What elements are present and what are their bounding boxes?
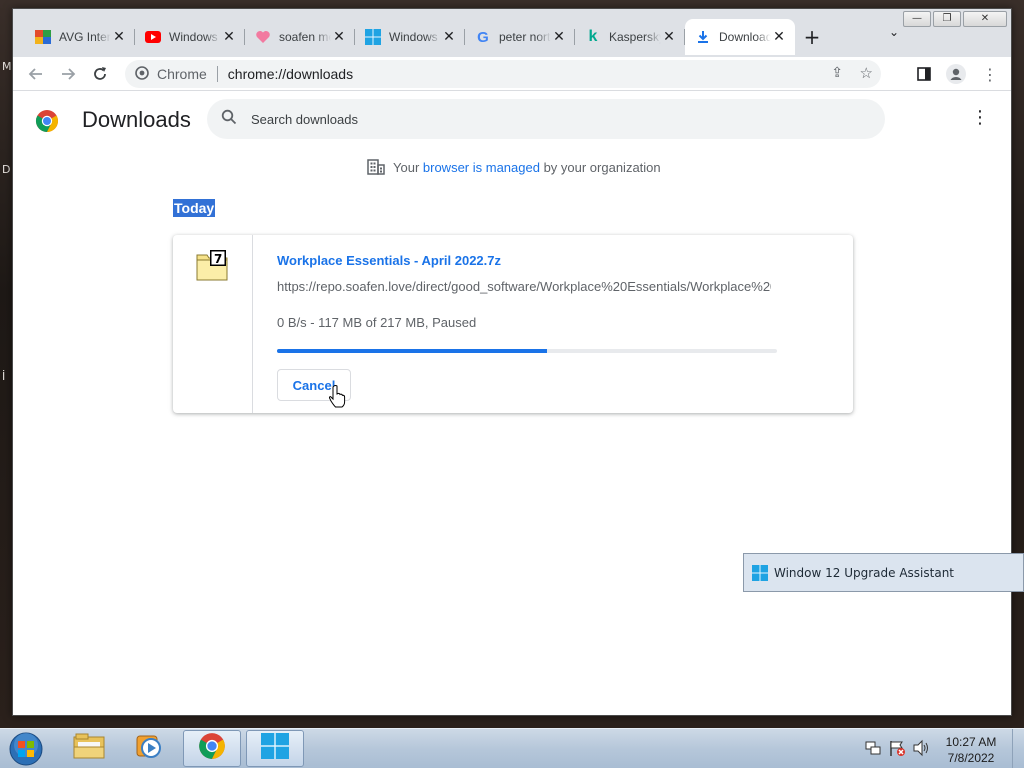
more-actions-icon[interactable]: ⋮: [971, 109, 989, 127]
tab-avg[interactable]: AVG Internet Security ✕: [25, 19, 135, 55]
search-icon: [221, 109, 237, 130]
tab-title: peter norton: [499, 30, 551, 44]
tab-close-icon[interactable]: ✕: [221, 29, 237, 45]
svg-text:7: 7: [214, 252, 222, 266]
managed-text-prefix: Your: [393, 159, 423, 175]
network-icon[interactable]: [864, 739, 882, 757]
tab-strip: AVG Internet Security ✕ Windows 12 ✕ soa…: [25, 19, 829, 57]
minimize-button[interactable]: —: [903, 11, 931, 27]
download-item-card: 7 Workplace Essentials - April 2022.7z h…: [173, 235, 853, 413]
taskbar-media-player[interactable]: [120, 730, 178, 767]
managed-notice: Your browser is managed by your organiza…: [367, 159, 661, 175]
tab-title: Windows 12: [169, 30, 221, 44]
action-center-flag-icon[interactable]: [888, 739, 906, 757]
tab-title: Kaspersky: [609, 30, 661, 44]
desktop-icon-label: D: [2, 163, 11, 176]
show-desktop-button[interactable]: [1012, 729, 1024, 768]
tab-downloads[interactable]: Downloads ✕: [685, 19, 795, 55]
taskbar-clock[interactable]: 10:27 AM 7/8/2022: [934, 734, 1008, 766]
title-bar[interactable]: — ❐ ✕ AVG Internet Security ✕ Windows 12…: [13, 9, 1011, 57]
search-downloads-bar[interactable]: Search downloads: [207, 99, 885, 139]
tab-google[interactable]: G peter norton ✕: [465, 19, 575, 55]
hand-cursor-icon: [328, 384, 346, 408]
search-input[interactable]: Search downloads: [251, 112, 358, 127]
tab-title: Windows 12: [389, 30, 441, 44]
download-icon: [695, 29, 711, 45]
windows-icon: [260, 732, 290, 765]
chrome-site-icon: [135, 65, 149, 83]
tab-title: soafen media: [279, 30, 331, 44]
desktop-icon-label: İ: [2, 370, 6, 383]
taskbar: 10:27 AM 7/8/2022: [0, 728, 1024, 768]
omnibox-separator: [216, 66, 218, 82]
taskbar-upgrade-assistant[interactable]: [246, 730, 304, 767]
omnibox-site-label: Chrome: [157, 66, 207, 82]
building-icon: [367, 159, 385, 175]
close-window-button[interactable]: ✕: [963, 11, 1007, 27]
forward-arrow-icon[interactable]: [57, 63, 79, 85]
clock-time: 10:27 AM: [945, 735, 997, 749]
upgrade-assistant-title: Window 12 Upgrade Assistant: [774, 565, 954, 580]
start-button[interactable]: [6, 731, 46, 767]
windows-icon: [365, 29, 381, 45]
browser-menu-icon[interactable]: ⋮: [979, 63, 1001, 85]
date-section-label: Today: [173, 199, 216, 217]
taskbar-explorer[interactable]: [60, 730, 118, 767]
browser-toolbar: Chrome chrome://downloads ⇪ ☆ ⋮: [13, 57, 1011, 91]
bookmark-star-icon[interactable]: ☆: [860, 64, 873, 82]
taskbar-chrome[interactable]: [183, 730, 241, 767]
omnibox-url[interactable]: chrome://downloads: [228, 66, 353, 82]
chrome-window: — ❐ ✕ AVG Internet Security ✕ Windows 12…: [12, 8, 1012, 716]
media-player-icon: [135, 732, 163, 765]
tab-close-icon[interactable]: ✕: [771, 29, 787, 45]
volume-icon[interactable]: [912, 739, 930, 757]
download-file-name-link[interactable]: Workplace Essentials - April 2022.7z: [277, 253, 501, 268]
address-bar[interactable]: Chrome chrome://downloads ⇪ ☆: [125, 60, 881, 88]
chrome-logo-icon: [35, 109, 59, 133]
profile-avatar-icon[interactable]: [945, 63, 967, 85]
avg-icon: [35, 29, 51, 45]
chrome-icon: [198, 732, 226, 765]
tab-close-icon[interactable]: ✕: [661, 29, 677, 45]
download-progress-fill: [277, 349, 547, 353]
tab-search-chevron-icon[interactable]: ⌄: [889, 25, 899, 39]
system-tray: [864, 739, 930, 757]
download-status: 0 B/s - 117 MB of 217 MB, Paused: [277, 315, 477, 330]
heart-icon: [255, 29, 271, 45]
tab-title: AVG Internet Security: [59, 30, 111, 44]
share-icon[interactable]: ⇪: [831, 65, 843, 81]
tab-close-icon[interactable]: ✕: [111, 29, 127, 45]
tab-close-icon[interactable]: ✕: [331, 29, 347, 45]
kaspersky-icon: k: [588, 28, 598, 45]
youtube-icon: [145, 29, 161, 45]
tab-close-icon[interactable]: ✕: [441, 29, 457, 45]
window-controls: — ❐ ✕: [903, 11, 1007, 27]
restore-button[interactable]: ❐: [933, 11, 961, 27]
tab-close-icon[interactable]: ✕: [551, 29, 567, 45]
tab-kaspersky[interactable]: k Kaspersky ✕: [575, 19, 685, 55]
tab-soafen[interactable]: soafen media ✕: [245, 19, 355, 55]
desktop-icon-label: M: [2, 60, 12, 73]
download-progress-bar: [277, 349, 777, 353]
new-tab-button[interactable]: +: [795, 19, 829, 55]
managed-text-suffix: by your organization: [539, 159, 661, 175]
tab-windows[interactable]: Windows 12 ✕: [355, 19, 465, 55]
folder-icon: [73, 733, 105, 764]
reload-icon[interactable]: [89, 63, 111, 85]
page-title: Downloads: [82, 107, 191, 132]
downloads-page: Downloads Search downloads ⋮ Your browse…: [13, 91, 1011, 715]
clock-date: 7/8/2022: [947, 751, 995, 765]
7z-archive-icon: 7: [195, 249, 229, 283]
managed-link[interactable]: browser is managed: [423, 160, 540, 175]
tab-title: Downloads: [719, 30, 771, 44]
file-icon-column: 7: [173, 235, 253, 413]
back-arrow-icon[interactable]: [25, 63, 47, 85]
download-source-url[interactable]: https://repo.soafen.love/direct/good_sof…: [277, 279, 771, 294]
upgrade-assistant-window[interactable]: Window 12 Upgrade Assistant: [743, 553, 1024, 592]
tab-youtube[interactable]: Windows 12 ✕: [135, 19, 245, 55]
windows-icon: [752, 564, 768, 581]
side-panel-icon[interactable]: [913, 63, 935, 85]
google-icon: G: [477, 28, 489, 46]
